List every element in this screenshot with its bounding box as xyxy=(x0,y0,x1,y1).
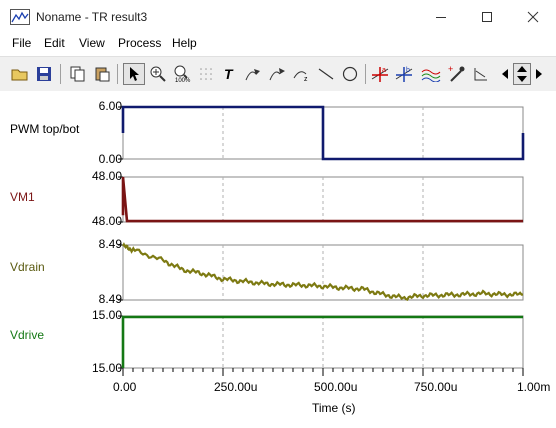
svg-text:a: a xyxy=(382,67,386,74)
minimize-icon xyxy=(436,17,446,18)
toolbar-separator xyxy=(60,64,61,84)
cursor-b-button[interactable]: b xyxy=(393,63,415,85)
open-folder-icon xyxy=(11,69,28,81)
open-button[interactable] xyxy=(9,63,31,85)
toolbar-separator xyxy=(117,64,118,84)
svg-text:T: T xyxy=(224,66,234,82)
window-title: Noname - TR result3 xyxy=(36,10,148,24)
arrow-annotation-icon xyxy=(245,69,260,81)
cursor-b-icon: b xyxy=(395,67,413,82)
scroll-left-button[interactable] xyxy=(498,63,512,85)
scroll-right-icon xyxy=(536,69,542,79)
toolbar: 100% T z a b + xyxy=(0,56,556,92)
minimize-button[interactable] xyxy=(418,0,464,34)
menu-bar: File Edit View Process Help xyxy=(0,34,556,54)
svg-text:b: b xyxy=(406,67,410,74)
cursor-a-icon: a xyxy=(371,67,389,82)
save-button[interactable] xyxy=(33,63,55,85)
maximize-button[interactable] xyxy=(464,0,510,34)
text-tool-icon: T xyxy=(224,66,234,82)
dimension-icon: z xyxy=(293,71,308,82)
line-tool-button[interactable] xyxy=(315,63,337,85)
toolbar-separator xyxy=(365,64,366,84)
scroll-updown-icon xyxy=(517,66,527,82)
eyedropper-icon: + xyxy=(448,65,465,82)
curve-style-button[interactable] xyxy=(420,63,442,85)
copy-button[interactable] xyxy=(67,63,89,85)
zoom-in-icon xyxy=(150,66,166,82)
menu-help[interactable]: Help xyxy=(172,36,197,50)
marker-button[interactable] xyxy=(470,63,492,85)
menu-edit[interactable]: Edit xyxy=(44,36,65,50)
paste-button[interactable] xyxy=(91,63,113,85)
close-button[interactable] xyxy=(510,0,556,34)
grid-icon xyxy=(200,68,212,80)
svg-text:z: z xyxy=(304,76,308,82)
scroll-left-icon xyxy=(502,69,508,79)
cursor-a-button[interactable]: a xyxy=(369,63,391,85)
svg-text:100%: 100% xyxy=(175,78,191,83)
dimension-button[interactable]: z xyxy=(291,63,313,85)
eyedropper-button[interactable]: + xyxy=(446,63,468,85)
scroll-right-button[interactable] xyxy=(532,63,546,85)
app-icon xyxy=(10,9,30,25)
arrow-label-icon xyxy=(269,68,285,81)
zoom-in-button[interactable] xyxy=(147,63,169,85)
close-icon xyxy=(527,11,539,23)
arrow-label-button[interactable] xyxy=(267,63,289,85)
menu-process[interactable]: Process xyxy=(118,36,161,50)
line-tool-icon xyxy=(318,68,334,80)
zoom-100-button[interactable]: 100% xyxy=(171,63,193,85)
scroll-updown-button[interactable] xyxy=(513,63,531,85)
chart-svg xyxy=(118,105,525,376)
paste-icon xyxy=(95,67,110,82)
menu-view[interactable]: View xyxy=(79,36,105,50)
marker-icon xyxy=(474,68,487,81)
ellipse-tool-button[interactable] xyxy=(339,63,361,85)
curve-style-icon xyxy=(421,69,441,82)
maximize-icon xyxy=(482,12,492,22)
arrow-annotation-button[interactable] xyxy=(243,63,265,85)
title-bar: Noname - TR result3 xyxy=(0,0,556,34)
text-tool-button[interactable]: T xyxy=(219,63,241,85)
copy-icon xyxy=(70,66,85,82)
zoom-100-icon: 100% xyxy=(174,65,191,83)
plot-area: PWM top/bot VM1 Vdrain Vdrive 6.00 0.00 … xyxy=(0,91,556,428)
pointer-icon xyxy=(130,67,139,81)
ellipse-tool-icon xyxy=(342,66,358,82)
pointer-button[interactable] xyxy=(123,63,145,85)
svg-text:+: + xyxy=(448,65,453,74)
grid-button[interactable] xyxy=(195,63,217,85)
save-icon xyxy=(37,67,51,81)
menu-file[interactable]: File xyxy=(12,36,31,50)
